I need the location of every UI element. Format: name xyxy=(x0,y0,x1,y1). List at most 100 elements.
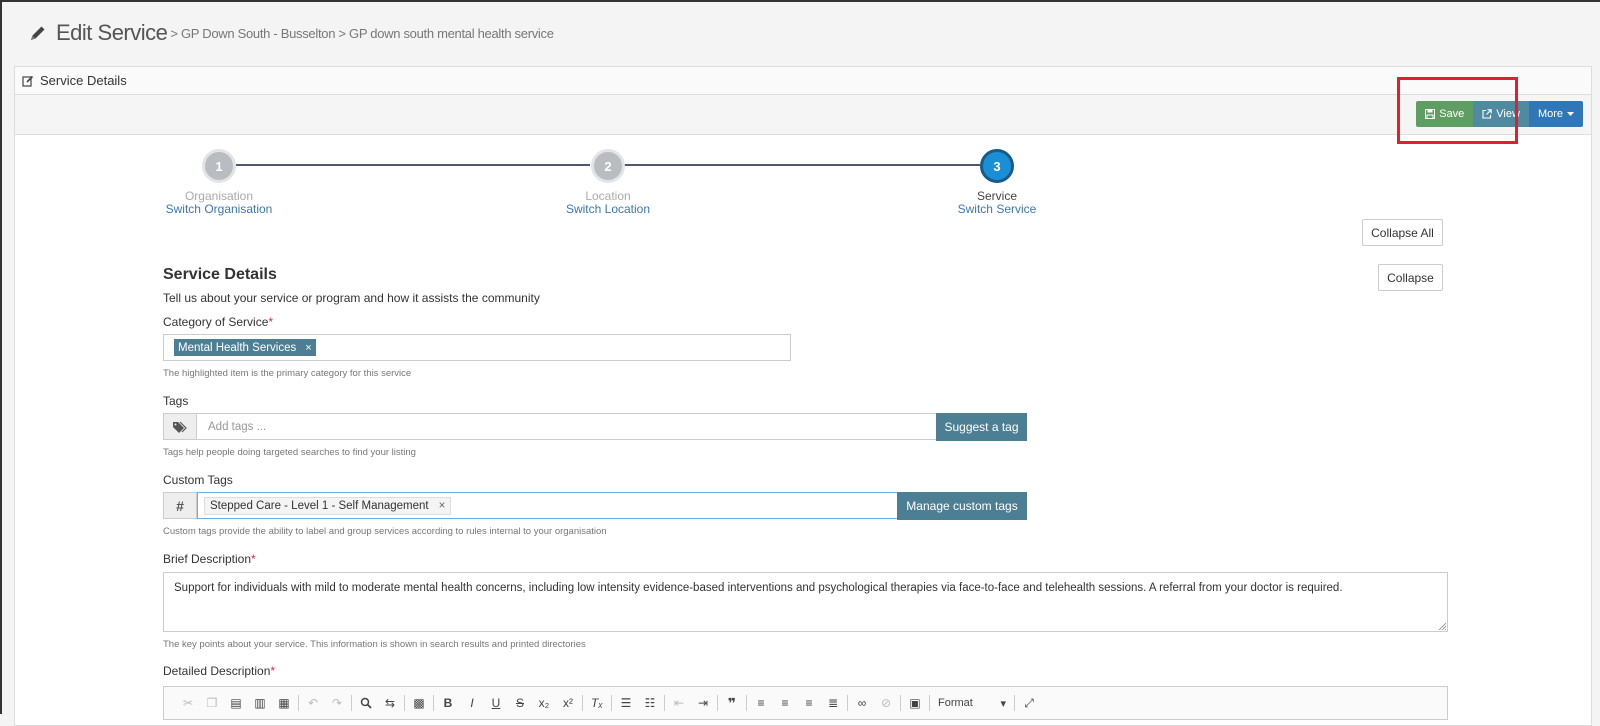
custom-tags-input[interactable]: Stepped Care - Level 1 - Self Management… xyxy=(197,492,953,519)
undo-icon[interactable]: ↶ xyxy=(301,693,325,713)
toolbar-separator xyxy=(664,695,665,711)
more-button-label: More xyxy=(1537,108,1563,120)
toolbar-separator xyxy=(929,695,930,711)
collapse-button[interactable]: Collapse xyxy=(1378,264,1443,291)
category-label-text: Category of Service xyxy=(163,315,269,329)
required-marker: * xyxy=(268,315,274,329)
caret-down-icon xyxy=(1567,111,1574,116)
align-justify-icon[interactable]: ≣ xyxy=(821,693,845,713)
bulleted-list-icon[interactable]: ☷ xyxy=(638,693,662,713)
panel-heading: Service Details xyxy=(15,67,1591,95)
align-right-icon[interactable]: ≡ xyxy=(797,693,821,713)
category-chip-label: Mental Health Services xyxy=(178,341,297,354)
tags-label: Tags xyxy=(163,394,189,408)
action-toolbar: Save View More xyxy=(15,95,1591,135)
copy-icon[interactable]: ❐ xyxy=(200,693,224,713)
maximize-icon[interactable]: ⤢ xyxy=(1017,693,1041,713)
custom-tag-chip: Stepped Care - Level 1 - Self Management… xyxy=(204,497,452,515)
edit-square-icon xyxy=(22,75,34,87)
numbered-list-icon[interactable]: ☰ xyxy=(614,693,638,713)
format-select[interactable]: Format ▾ xyxy=(932,697,1012,710)
external-link-icon xyxy=(1482,109,1493,119)
suggest-tag-button[interactable]: Suggest a tag xyxy=(936,413,1027,441)
custom-tags-label: Custom Tags xyxy=(163,473,233,487)
outdent-icon[interactable]: ⇤ xyxy=(667,693,691,713)
image-icon[interactable]: ▣ xyxy=(903,693,927,713)
toolbar-separator xyxy=(404,695,405,711)
brief-description-help: The key points about your service. This … xyxy=(163,639,586,650)
breadcrumb: > GP Down South - Busselton > GP down so… xyxy=(170,25,554,41)
step-number-badge: 2 xyxy=(591,149,625,183)
find-icon[interactable] xyxy=(354,693,378,713)
manage-custom-tags-button[interactable]: Manage custom tags xyxy=(897,492,1027,520)
detailed-description-label-text: Detailed Description xyxy=(163,664,271,678)
category-help: The highlighted item is the primary cate… xyxy=(163,368,412,379)
indent-icon[interactable]: ⇥ xyxy=(691,693,715,713)
blockquote-icon[interactable]: ❞ xyxy=(720,693,744,713)
custom-tags-addon: # xyxy=(164,493,197,518)
brief-description-label-text: Brief Description xyxy=(163,552,252,566)
paste-icon[interactable]: ▤ xyxy=(224,693,248,713)
section-description: Tell us about your service or program an… xyxy=(163,291,540,305)
paste-text-icon[interactable]: ▥ xyxy=(248,693,272,713)
required-marker: * xyxy=(270,664,276,678)
page-header: Edit Service > GP Down South - Busselton… xyxy=(28,16,554,50)
page-title: Edit Service xyxy=(56,20,168,45)
toolbar-separator xyxy=(433,695,434,711)
step-number-badge-active: 3 xyxy=(980,149,1014,183)
replace-icon[interactable]: ⇆ xyxy=(378,693,402,713)
brief-description-label: Brief Description* xyxy=(163,552,256,566)
align-center-icon[interactable]: ≡ xyxy=(773,693,797,713)
remove-format-icon[interactable]: Tₓ xyxy=(585,693,609,713)
align-left-icon[interactable]: ≡ xyxy=(749,693,773,713)
tags-input-group: Add tags ... Suggest a tag xyxy=(163,413,1027,441)
step-number-badge: 1 xyxy=(202,149,236,183)
collapse-all-button[interactable]: Collapse All xyxy=(1362,219,1443,246)
remove-chip-icon[interactable]: × xyxy=(305,342,311,354)
save-button[interactable]: Save xyxy=(1416,101,1474,127)
magnifier-glyph xyxy=(360,697,372,709)
switch-service-link[interactable]: Switch Service xyxy=(897,203,1097,216)
tags-input[interactable]: Add tags ... xyxy=(208,421,266,433)
bold-icon[interactable]: B xyxy=(436,693,460,713)
section-title: Service Details xyxy=(163,266,277,283)
wizard-step-location: 2 Location Switch Location xyxy=(508,149,708,216)
italic-icon[interactable]: I xyxy=(460,693,484,713)
strikethrough-icon[interactable]: S xyxy=(508,693,532,713)
subscript-icon[interactable]: x₂ xyxy=(532,693,556,713)
resize-handle-icon[interactable] xyxy=(1438,622,1446,630)
toolbar-separator xyxy=(900,695,901,711)
switch-organisation-link[interactable]: Switch Organisation xyxy=(119,203,319,216)
floppy-icon xyxy=(1425,109,1436,119)
paste-word-icon[interactable]: ▦ xyxy=(272,693,296,713)
brief-description-textarea[interactable]: Support for individuals with mild to mod… xyxy=(163,572,1448,632)
cut-icon[interactable]: ✂ xyxy=(176,693,200,713)
tags-addon xyxy=(164,414,197,439)
pencil-icon xyxy=(31,26,45,40)
custom-tag-chip-label: Stepped Care - Level 1 - Self Management xyxy=(210,500,429,512)
spellcheck-icon[interactable]: ▩ xyxy=(407,693,431,713)
more-dropdown-button[interactable]: More xyxy=(1528,101,1583,127)
link-icon[interactable]: ∞ xyxy=(850,693,874,713)
redo-icon[interactable]: ↷ xyxy=(325,693,349,713)
unlink-icon[interactable]: ⊘ xyxy=(874,693,898,713)
toolbar-separator xyxy=(582,695,583,711)
toolbar-separator xyxy=(351,695,352,711)
brief-description-text: Support for individuals with mild to mod… xyxy=(174,582,1343,594)
view-button[interactable]: View xyxy=(1473,101,1529,127)
toolbar-separator xyxy=(717,695,718,711)
panel-heading-label: Service Details xyxy=(40,73,127,88)
category-select[interactable]: Mental Health Services × xyxy=(163,334,791,361)
tags-help: Tags help people doing targeted searches… xyxy=(163,447,416,458)
remove-chip-icon[interactable]: × xyxy=(439,500,446,512)
switch-location-link[interactable]: Switch Location xyxy=(508,203,708,216)
format-select-label: Format xyxy=(938,696,973,709)
tags-icon xyxy=(173,421,187,433)
superscript-icon[interactable]: x² xyxy=(556,693,580,713)
required-marker: * xyxy=(251,552,256,566)
window-frame-top xyxy=(0,0,1600,2)
window-frame-left xyxy=(0,0,2,714)
toolbar-separator xyxy=(1014,695,1015,711)
hash-icon: # xyxy=(176,497,184,514)
underline-icon[interactable]: U xyxy=(484,693,508,713)
